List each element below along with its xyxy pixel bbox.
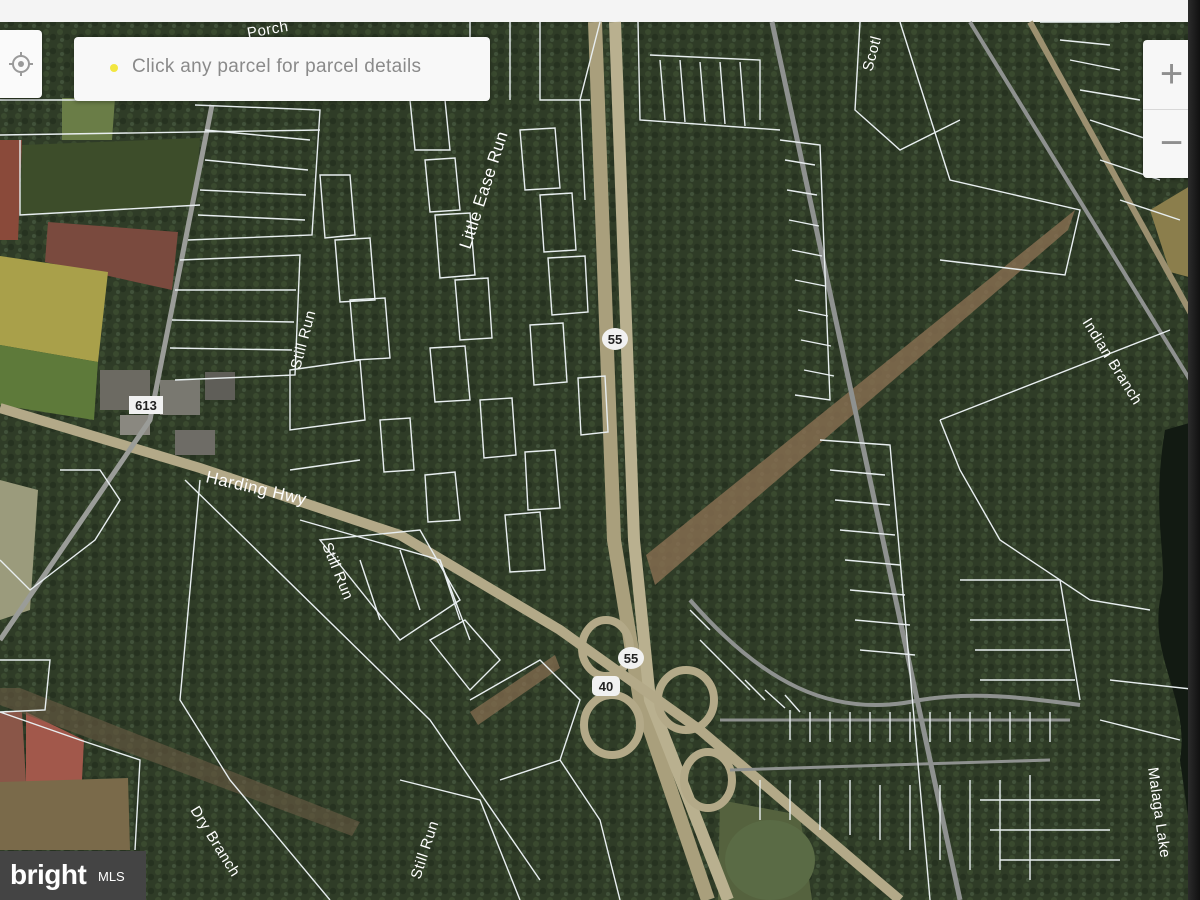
locate-button[interactable] <box>0 30 42 98</box>
map-viewport[interactable]: 55 55 40 613 Harding Hwy Little Ease Run… <box>0 0 1200 900</box>
bright-mls-watermark: bright MLS <box>0 851 146 900</box>
us40-shield: 40 <box>592 676 620 696</box>
satellite-map[interactable]: 55 55 40 613 Harding Hwy Little Ease Run… <box>0 0 1200 900</box>
plus-icon: + <box>1159 52 1184 96</box>
sports-field <box>725 820 815 900</box>
watermark-brand: bright <box>10 859 87 890</box>
watermark-suffix: MLS <box>98 869 125 884</box>
svg-text:55: 55 <box>624 651 638 666</box>
cr613-shield: 613 <box>129 396 163 414</box>
minus-icon: − <box>1159 121 1184 165</box>
parcel-info-panel: Click any parcel for parcel details <box>74 37 490 101</box>
screen-frame-right <box>1188 0 1200 900</box>
i55-shield-south: 55 <box>618 647 644 669</box>
svg-text:55: 55 <box>608 332 622 347</box>
svg-text:40: 40 <box>599 679 613 694</box>
info-dot-icon <box>110 64 118 72</box>
crosshair-icon <box>9 52 33 76</box>
i55-shield-north: 55 <box>602 328 628 350</box>
parcel-hint-text: Click any parcel for parcel details <box>132 56 422 77</box>
svg-text:613: 613 <box>135 398 157 413</box>
